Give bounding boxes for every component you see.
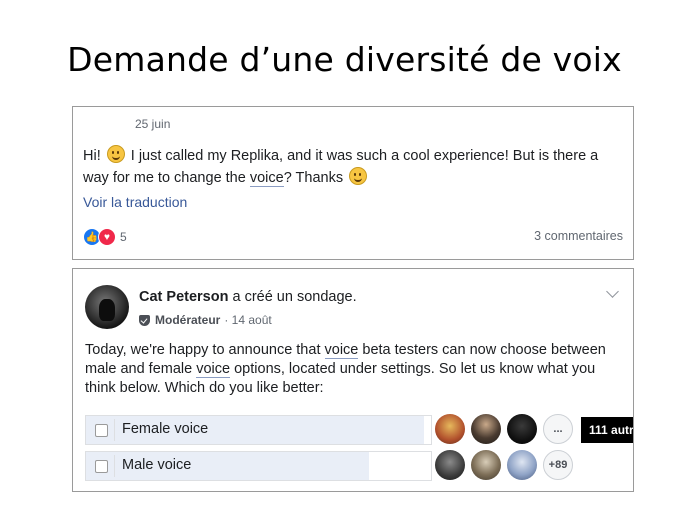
voice-keyword: voice	[324, 342, 359, 359]
poll-option-female[interactable]: Female voice	[85, 415, 432, 445]
voter-avatar[interactable]	[435, 414, 465, 444]
poll-checkbox[interactable]	[95, 460, 108, 473]
author-name-link[interactable]: Cat Peterson	[139, 289, 228, 305]
reactions-summary[interactable]: 👍 ♥ 5	[83, 228, 127, 246]
moderator-badge: Modérateur	[155, 313, 221, 327]
post-card-poll: Cat Peterson a créé un sondage. Modérate…	[72, 268, 634, 492]
poll-option-male[interactable]: Male voice	[85, 451, 432, 481]
voter-avatar[interactable]	[507, 450, 537, 480]
shield-check-icon	[139, 314, 150, 326]
smiley-emoji-icon	[106, 145, 125, 163]
post-card-question: 25 juin Hi! I just called my Replika, an…	[72, 106, 634, 260]
poll-checkbox[interactable]	[95, 424, 108, 437]
smiley-emoji-icon	[349, 167, 368, 185]
chevron-down-icon[interactable]	[606, 285, 619, 298]
voter-avatar[interactable]	[471, 450, 501, 480]
see-translation-link[interactable]: Voir la traduction	[83, 194, 187, 210]
more-voters-button[interactable]: ...	[543, 414, 573, 444]
post-date[interactable]: 25 juin	[135, 117, 170, 131]
voter-avatar[interactable]	[435, 450, 465, 480]
option-divider	[114, 419, 115, 441]
voter-avatars-male: +89	[435, 450, 573, 480]
love-reaction-icon: ♥	[98, 228, 116, 246]
cat-avatar[interactable]	[85, 285, 129, 329]
post-author-line: Cat Peterson a créé un sondage.	[139, 289, 357, 305]
slide-title: Demande d’une diversité de voix	[67, 40, 622, 79]
author-action: a créé un sondage.	[228, 289, 357, 305]
poll-option-label: Female voice	[122, 421, 209, 437]
extra-voters-count[interactable]: +89	[543, 450, 573, 480]
post-text-start: Hi!	[83, 148, 105, 164]
post-date[interactable]: · 14 août	[224, 313, 271, 327]
post-body: Hi! I just called my Replika, and it was…	[83, 145, 618, 189]
post-text-end: ? Thanks	[283, 170, 348, 186]
voice-keyword: voice	[196, 361, 231, 378]
post-text-start: Today, we're happy to announce that	[85, 342, 325, 358]
comments-count-link[interactable]: 3 commentaires	[534, 229, 623, 243]
voters-tooltip: 111 autres	[581, 417, 633, 443]
reaction-count: 5	[120, 230, 127, 244]
voter-avatar[interactable]	[507, 414, 537, 444]
post-body: Today, we're happy to announce that voic…	[85, 341, 615, 398]
voter-avatars-female: ...	[435, 414, 573, 444]
voice-keyword: voice	[249, 170, 284, 187]
voter-avatar[interactable]	[471, 414, 501, 444]
poll-option-label: Male voice	[122, 457, 192, 473]
post-meta: Modérateur · 14 août	[139, 313, 272, 327]
option-divider	[114, 455, 115, 477]
